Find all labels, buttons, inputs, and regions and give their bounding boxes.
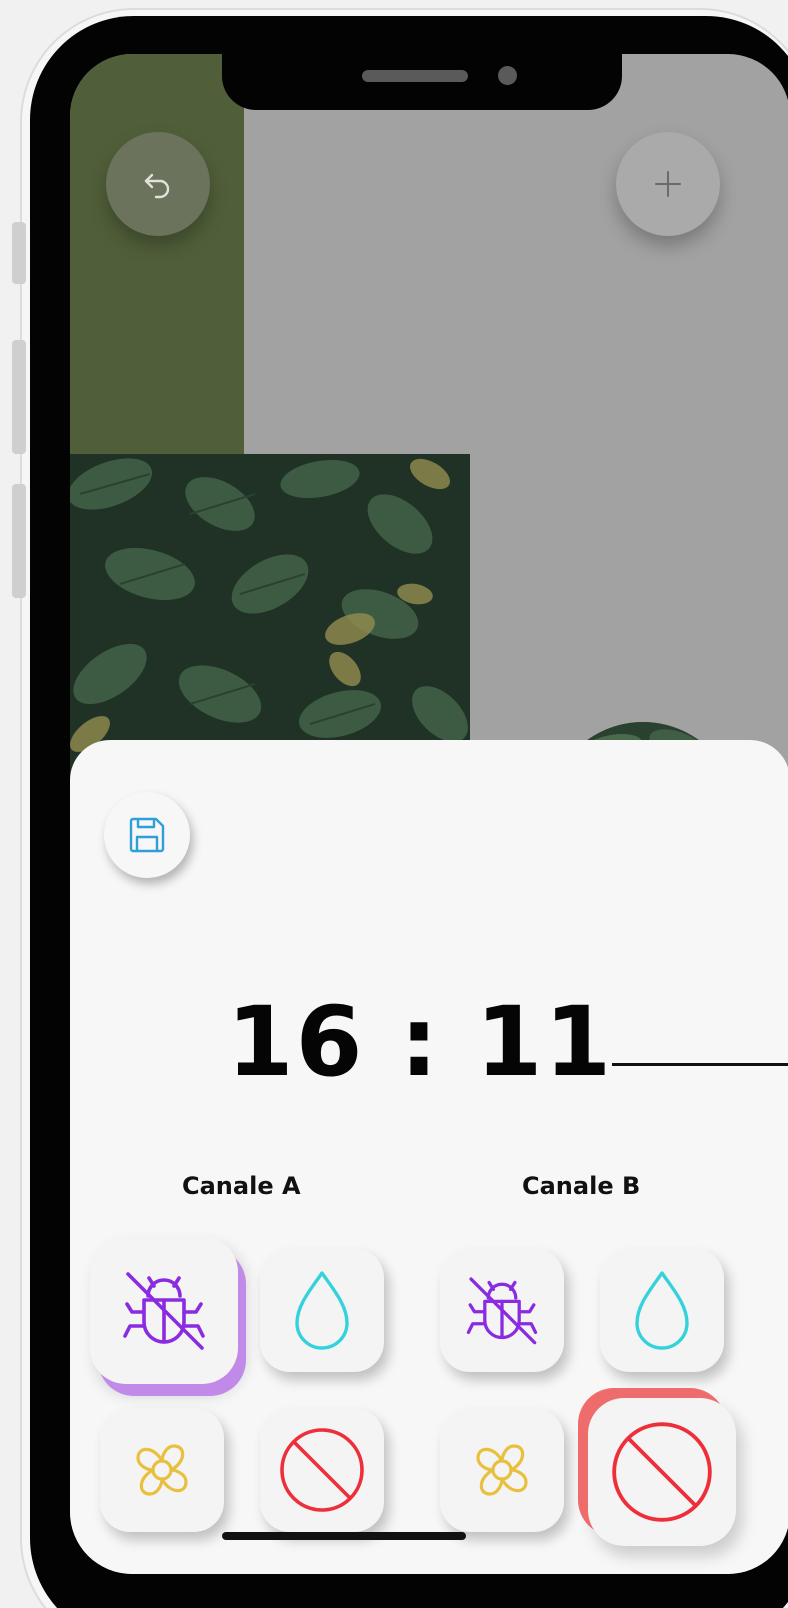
undo-button[interactable] bbox=[106, 132, 210, 236]
bug-off-icon bbox=[466, 1277, 538, 1345]
time-divider-line bbox=[612, 1063, 788, 1066]
channel-b-flower-toggle[interactable] bbox=[440, 1408, 564, 1532]
channel-b-bug-off-toggle[interactable] bbox=[440, 1248, 564, 1372]
volume-up-button bbox=[12, 340, 26, 454]
control-sheet: 16 : 11 Canale A Canale B bbox=[70, 740, 788, 1574]
block-icon bbox=[612, 1422, 712, 1522]
home-indicator[interactable] bbox=[222, 1532, 466, 1540]
channel-b-water-drop-toggle[interactable] bbox=[600, 1248, 724, 1372]
channel-b-label: Canale B bbox=[522, 1172, 641, 1200]
save-button[interactable] bbox=[104, 792, 190, 878]
channel-a-water-drop-toggle[interactable] bbox=[260, 1248, 384, 1372]
app-screenshot: 16 : 11 Canale A Canale B bbox=[0, 0, 788, 1608]
green-color-panel bbox=[70, 54, 244, 456]
flower-icon bbox=[476, 1444, 528, 1496]
flower-icon bbox=[136, 1444, 188, 1496]
front-camera bbox=[498, 66, 517, 85]
time-display[interactable]: 16 : 11 bbox=[70, 986, 770, 1098]
phone-screen: 16 : 11 Canale A Canale B bbox=[70, 54, 788, 1574]
floppy-disk-icon bbox=[129, 817, 165, 853]
speaker-grille bbox=[362, 70, 468, 82]
undo-arrow-icon bbox=[144, 173, 170, 199]
water-drop-icon bbox=[295, 1271, 349, 1350]
mute-switch bbox=[12, 222, 26, 284]
block-icon bbox=[280, 1428, 364, 1512]
water-drop-icon bbox=[635, 1271, 689, 1350]
plus-icon bbox=[655, 171, 681, 197]
phone-notch bbox=[222, 52, 622, 110]
add-button[interactable] bbox=[616, 132, 720, 236]
channel-a-bug-off-toggle[interactable] bbox=[90, 1236, 238, 1384]
channel-a-block-toggle[interactable] bbox=[260, 1408, 384, 1532]
bug-off-icon bbox=[123, 1272, 205, 1350]
channel-a-flower-toggle[interactable] bbox=[100, 1408, 224, 1532]
channel-b-block-toggle[interactable] bbox=[588, 1398, 736, 1546]
channel-a-label: Canale A bbox=[182, 1172, 301, 1200]
volume-down-button bbox=[12, 484, 26, 598]
